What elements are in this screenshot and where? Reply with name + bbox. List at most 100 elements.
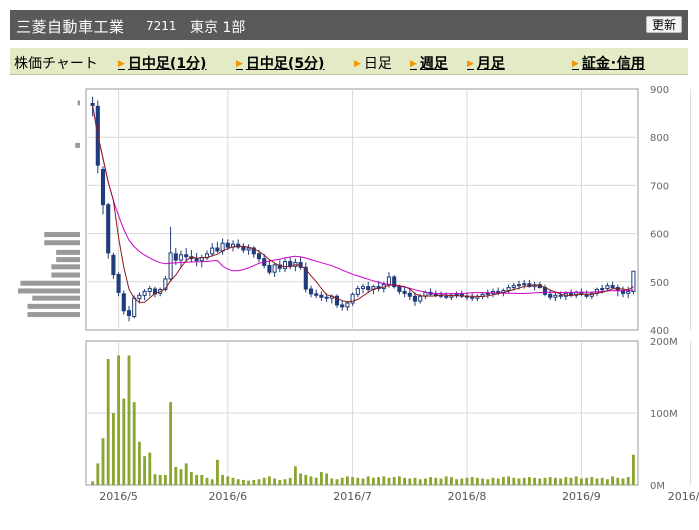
volume-bar [205,477,209,485]
candle-body [600,288,605,291]
volume-bar [574,476,578,485]
volume-bar [491,477,495,485]
volume-bar [460,478,464,485]
volume-bar [319,472,323,485]
date-tick-label: 2016/10 [668,490,699,503]
volume-bar [522,477,526,485]
volume-bar [626,477,630,485]
candle-body [319,294,324,298]
candle-body [355,288,360,295]
candle-body [522,283,527,286]
candle-body [126,310,132,317]
candle-body [444,295,449,298]
volume-bar [423,478,427,485]
candle-body [516,284,522,287]
candle-body [506,287,511,291]
volume-bar [408,478,412,485]
volume-bar [548,477,552,485]
candle-body [184,254,189,258]
candle-body [267,264,272,273]
volume-bar [247,480,251,485]
price-tick-label: 600 [650,230,669,241]
candle-body [106,204,111,254]
volume-bar [184,463,188,485]
volume-bar [507,476,511,485]
volume-profile-bar [44,232,80,238]
volume-bar [559,478,563,485]
volume-bar [455,479,459,485]
price-tick-label: 900 [650,85,669,96]
candle-body [210,247,215,255]
volume-bar [340,477,344,485]
volume-bar [143,456,147,485]
volume-bar [210,479,214,485]
volume-bar [221,474,225,485]
candle-body [366,286,371,291]
candle-body [137,294,142,300]
candle-body [314,293,319,296]
volume-bar [403,477,407,485]
volume-bar [621,478,625,485]
candle-body [631,270,636,292]
volume-bar [356,477,360,485]
volume-bar [91,481,95,485]
volume-bar [215,459,219,485]
volume-bar [252,479,256,485]
volume-bar [273,478,277,485]
candle-body [241,246,246,251]
candle-body [308,288,314,295]
volume-profile-bar [18,288,80,294]
volume-bar [449,477,453,485]
volume-profile-bar [27,303,81,309]
volume-profile-bar [75,142,80,148]
candle-body [397,286,402,292]
candle-body [246,247,251,251]
volume-profile-bar [77,100,80,106]
candle-body [454,293,459,296]
date-tick-label: 2016/5 [99,490,138,503]
volume-bar [283,479,287,485]
candle-body [225,242,230,248]
volume-bar [106,359,110,485]
volume-bar [413,477,417,485]
volume-bar [470,477,474,485]
volume-bar [293,466,297,485]
candle-body [345,302,350,308]
candle-body [194,258,199,262]
candle-body [418,295,423,302]
candle-body [324,296,329,299]
volume-bar [241,479,245,485]
volume-bar [600,477,604,485]
volume-bar [231,477,235,485]
volume-bar [132,402,136,485]
volume-bar [631,454,635,485]
volume-bar [278,479,282,485]
volume-bar [351,477,355,485]
volume-bar [267,476,271,485]
volume-bar [200,474,204,485]
candle-body [542,287,548,295]
candle-body [511,285,516,289]
volume-bar [111,413,115,485]
volume-bar [533,477,537,485]
volume-bar [465,477,469,485]
volume-bar [605,479,609,485]
volume-bar [361,478,365,485]
volume-profile-bar [56,249,80,255]
candle-body [610,285,615,289]
volume-bar [304,474,308,485]
volume-bar [335,479,339,485]
candle-body [626,290,631,294]
volume-bar [127,355,131,485]
volume-bar [195,474,199,485]
volume-bar [137,441,141,485]
volume-bar [611,476,615,485]
price-tick-label: 500 [650,278,669,289]
volume-bar [392,477,396,485]
volume-bar [226,476,230,485]
volume-bar [590,477,594,485]
candle-body [605,285,610,290]
volume-bar [330,478,334,485]
volume-bar [486,479,490,485]
volume-profile-bar [32,295,80,301]
